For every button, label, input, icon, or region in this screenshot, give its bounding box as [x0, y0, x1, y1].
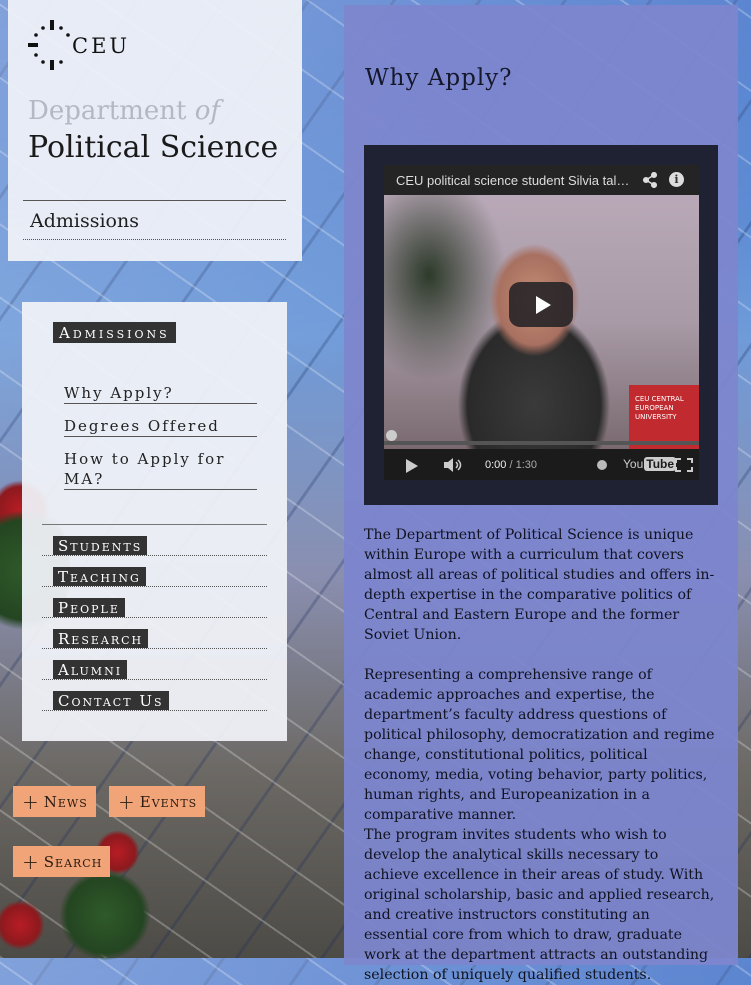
youtube-video-player[interactable]: CEU CENTRAL EUROPEAN UNIVERSITY CEU poli…	[384, 165, 699, 480]
news-button[interactable]: + News	[13, 786, 96, 817]
nav-label: Alumni	[53, 660, 128, 679]
events-button[interactable]: + Events	[109, 786, 206, 817]
nav-label: Research	[53, 629, 149, 648]
department-prefix: Department	[28, 96, 187, 126]
nav-item-contact-us[interactable]: Contact Us	[42, 680, 267, 711]
background-foliage	[60, 870, 150, 960]
progress-bar[interactable]	[384, 430, 699, 445]
plus-icon: +	[22, 849, 40, 874]
video-controls: 0:00 / 1:30 You Tube	[384, 430, 699, 480]
progress-scrubber[interactable]	[386, 430, 397, 441]
time-total: 1:30	[515, 459, 538, 471]
youtube-logo[interactable]: You Tube	[623, 457, 677, 471]
events-label: Events	[139, 792, 198, 811]
nav-item-research[interactable]: Research	[42, 618, 267, 649]
department-name[interactable]: Political Science	[28, 130, 278, 165]
search-label: Search	[43, 852, 103, 871]
news-label: News	[43, 792, 88, 811]
video-titlebar: CEU political science student Silvia tal…	[384, 165, 699, 195]
youtube-tube: Tube	[644, 457, 677, 471]
info-icon[interactable]: i	[669, 172, 684, 187]
main-nav: Students Teaching People Research Alumni…	[42, 524, 267, 711]
play-icon[interactable]	[406, 459, 418, 473]
program-paragraph: The program invites students who wish to…	[364, 827, 715, 983]
logo-text: CEU	[72, 34, 131, 58]
department-of: of	[194, 96, 221, 126]
department-label: Department of	[28, 96, 220, 126]
search-button[interactable]: + Search	[13, 846, 111, 877]
nav-item-people[interactable]: People	[42, 587, 267, 618]
faculty-paragraph: Representing a comprehensive range of ac…	[364, 667, 715, 823]
section-title[interactable]: Admissions	[23, 200, 286, 240]
share-icon[interactable]	[642, 172, 658, 188]
time-display: 0:00 / 1:30	[485, 459, 537, 471]
subnav-item-why-apply[interactable]: Why Apply?	[64, 382, 257, 404]
nav-label: Teaching	[53, 567, 146, 586]
subnav-item-how-to-apply[interactable]: How to Apply for MA?	[64, 448, 257, 490]
page-title: Why Apply?	[365, 65, 513, 91]
play-button[interactable]	[509, 282, 573, 327]
time-separator: /	[506, 459, 516, 471]
time-current: 0:00	[485, 459, 507, 471]
banner-text: CEU CENTRAL EUROPEAN UNIVERSITY	[635, 395, 684, 421]
nav-item-students[interactable]: Students	[42, 525, 267, 556]
main-content: Why Apply? CEU CENTRAL EUROPEAN UNIVERSI…	[344, 5, 738, 983]
nav-label: People	[53, 598, 125, 617]
plus-icon: +	[118, 789, 136, 814]
volume-icon[interactable]	[444, 458, 466, 472]
video-title[interactable]: CEU political science student Silvia tal…	[396, 173, 629, 188]
ceu-emblem-icon	[28, 20, 70, 70]
nav-label: Contact Us	[53, 691, 169, 710]
plus-icon: +	[22, 789, 40, 814]
ceu-logo[interactable]: CEU	[28, 20, 130, 72]
nav-item-alumni[interactable]: Alumni	[42, 649, 267, 680]
background-flowers	[0, 900, 45, 950]
sidebar-nav: Admissions Why Apply? Degrees Offered Ho…	[22, 302, 287, 741]
nav-label: Students	[53, 536, 148, 555]
site-header: CEU Department of Political Science Admi…	[8, 0, 302, 261]
admissions-subnav: Why Apply? Degrees Offered How to Apply …	[64, 382, 257, 501]
video-frame: CEU CENTRAL EUROPEAN UNIVERSITY CEU poli…	[364, 145, 718, 505]
nav-heading-admissions[interactable]: Admissions	[53, 322, 176, 343]
nav-item-teaching[interactable]: Teaching	[42, 556, 267, 587]
fullscreen-icon[interactable]	[675, 458, 693, 472]
youtube-you: You	[623, 457, 644, 471]
intro-paragraph: The Department of Political Science is u…	[364, 527, 715, 643]
watch-later-icon[interactable]	[597, 460, 607, 470]
subnav-item-degrees-offered[interactable]: Degrees Offered	[64, 415, 257, 437]
